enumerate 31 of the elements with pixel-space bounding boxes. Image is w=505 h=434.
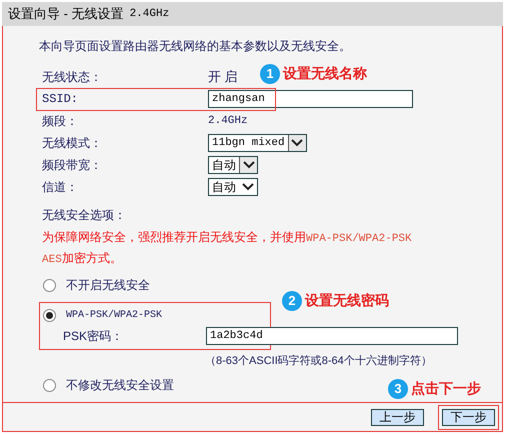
field-label: PSK密码： [63, 328, 124, 345]
field-label: 无线状态： [42, 69, 103, 86]
radio-label: WPA-PSK/WPA2-PSK [66, 308, 162, 322]
radio-button[interactable] [43, 378, 56, 392]
password-input[interactable]: 1a2b3c4d [206, 327, 458, 345]
radio-button[interactable] [43, 278, 56, 292]
dropdown-select[interactable]: 自动 [208, 156, 258, 174]
step-annotation: 设置无线密码 [305, 291, 389, 310]
step-annotation: 点击下一步 [411, 379, 481, 398]
field-label: 无线模式： [42, 135, 103, 152]
radio-label: 不修改无线安全设置 [66, 377, 174, 394]
field-label: 频段带宽： [42, 157, 103, 174]
security-warning: 为保障网络安全，强烈推荐开启无线安全，并使用WPA-PSK/WPA2-PSK AES加密方式。 [41, 229, 413, 268]
dropdown-select[interactable]: 自动 [208, 178, 258, 196]
ssid-input[interactable]: zhangsan [208, 90, 413, 108]
window-title: 设置向导 - 无线设置 [8, 5, 124, 24]
radio-label: 不开启无线安全 [66, 277, 150, 294]
intro-text: 本向导页面设置路由器无线网络的基本参数以及无线安全。 [39, 38, 352, 55]
dropdown-select[interactable]: 11bgn mixed [208, 134, 307, 152]
field-label: SSID: [42, 91, 80, 108]
security-label: 无线安全选项： [41, 207, 127, 224]
wizard-button[interactable]: 下一步 [442, 408, 495, 426]
radio-button[interactable] [43, 308, 56, 322]
hint-text: （8-63个ASCII码字符或8-64个十六进制字符） [204, 354, 433, 369]
field-label: 频段： [42, 113, 79, 130]
field-value: 2.4GHz [208, 114, 248, 129]
field-value: 开 启 [208, 68, 238, 86]
window-subtitle: 2.4GHz [130, 6, 170, 22]
step-annotation: 设置无线名称 [283, 64, 367, 83]
wizard-button[interactable]: 上一步 [371, 408, 424, 426]
field-label: 信道： [42, 179, 79, 196]
